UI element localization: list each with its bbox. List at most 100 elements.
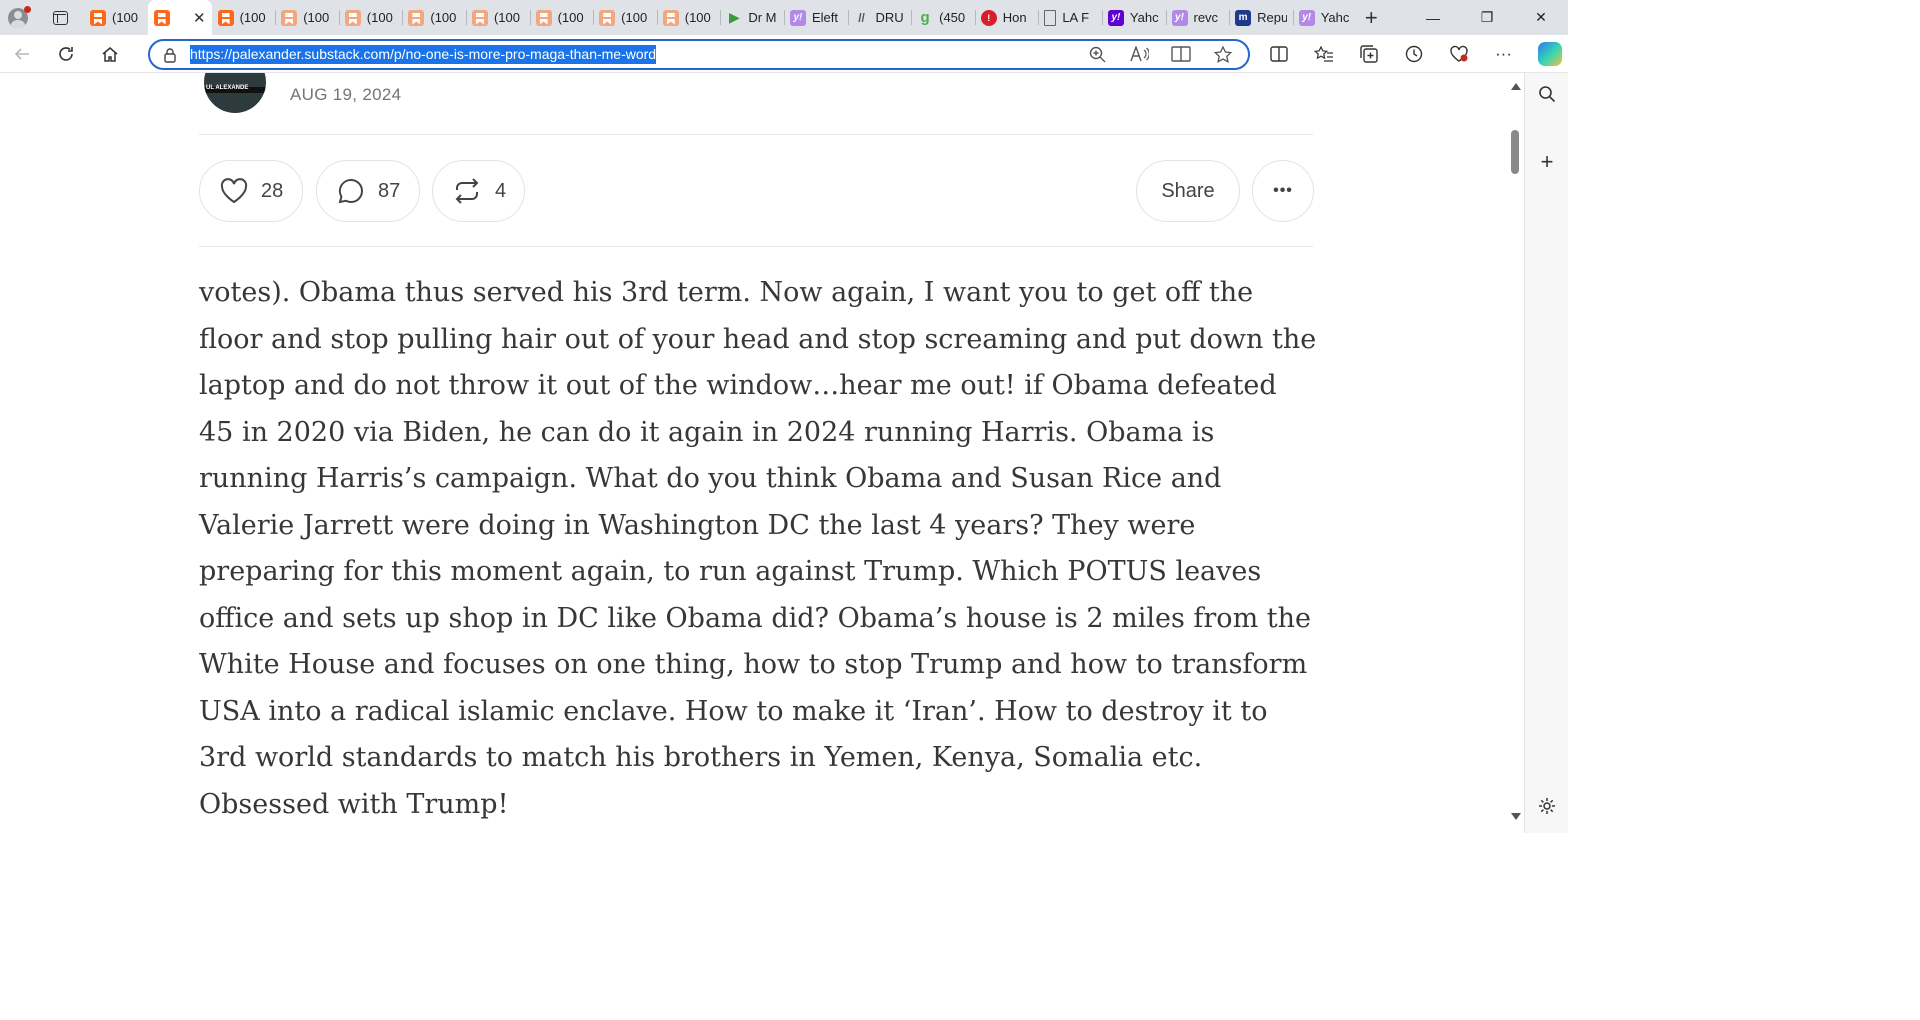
like-button[interactable]: 28 (199, 160, 303, 222)
tab-actions-button[interactable] (36, 0, 84, 35)
tab[interactable]: y! Yahc (1101, 0, 1166, 35)
share-label: Share (1161, 179, 1215, 202)
tab-active[interactable]: ✕ (147, 0, 212, 35)
tab[interactable]: y! revc (1165, 0, 1230, 35)
refresh-icon (59, 46, 73, 61)
tab[interactable]: //DRU (847, 0, 912, 35)
address-bar[interactable]: https://palexander.substack.com/p/no-one… (148, 39, 1250, 70)
like-count: 28 (261, 179, 284, 202)
substack-icon (471, 9, 488, 26)
tab-strip: (100 ✕ (100 (100 (100 (100 (100 (100 (10… (0, 0, 1568, 35)
substack-icon (217, 9, 234, 26)
tab[interactable]: ! Hon (974, 0, 1039, 35)
close-tab-icon[interactable]: ✕ (193, 9, 206, 27)
sidebar-settings-icon[interactable] (1525, 797, 1569, 820)
read-aloud-icon[interactable] (1120, 46, 1158, 63)
page-scrollbar[interactable] (1508, 73, 1524, 833)
drudge-icon: // (858, 10, 865, 25)
refresh-button[interactable] (44, 35, 88, 73)
immersive-reader-icon[interactable] (1162, 46, 1200, 63)
yahoo-icon: y! (1107, 9, 1124, 26)
yahoo-icon: y! (789, 9, 806, 26)
scroll-up-arrow-icon[interactable] (1511, 83, 1521, 90)
zoom-icon[interactable] (1078, 46, 1116, 63)
yahoo-icon: y! (1298, 9, 1315, 26)
scroll-down-arrow-icon[interactable] (1511, 813, 1521, 820)
red-icon: ! (980, 9, 997, 26)
tab[interactable]: (100 (338, 0, 403, 35)
close-window-icon[interactable]: ✕ (1514, 0, 1568, 35)
restore-icon[interactable]: ❐ (1460, 0, 1514, 35)
document-icon (1044, 9, 1057, 26)
scrollbar-thumb[interactable] (1511, 130, 1519, 174)
copilot-icon[interactable] (1538, 42, 1562, 66)
search-icon[interactable] (1525, 85, 1569, 108)
m-icon: m (1235, 9, 1252, 26)
url-text[interactable]: https://palexander.substack.com/p/no-one… (190, 45, 657, 64)
green-g-icon: g (920, 9, 930, 26)
lock-icon[interactable] (150, 47, 190, 63)
divider (199, 246, 1313, 247)
avatar-label: UL ALEXANDE (206, 85, 249, 91)
page-content: UL ALEXANDE AUG 19, 2024 28 87 4 Share •… (0, 73, 1508, 833)
favorite-star-icon[interactable] (1204, 46, 1242, 63)
toolbar-right: ··· (1256, 35, 1562, 73)
back-button[interactable] (0, 35, 44, 73)
tab[interactable]: y! Yahc (1292, 0, 1357, 35)
post-date: AUG 19, 2024 (290, 85, 402, 104)
browser-toolbar: https://palexander.substack.com/p/no-one… (0, 35, 1568, 73)
tab[interactable]: (100 (402, 0, 466, 35)
tab[interactable]: m Repu (1229, 0, 1293, 35)
heart-icon (219, 178, 249, 204)
collections-icon[interactable] (1346, 35, 1391, 73)
tab[interactable]: y! Eleft (783, 0, 848, 35)
share-button[interactable]: Share (1136, 160, 1240, 222)
restack-count: 4 (495, 179, 507, 202)
tab-actions-icon (52, 10, 68, 25)
browser-essentials-icon[interactable] (1436, 35, 1481, 73)
tab[interactable]: (100 (465, 0, 530, 35)
tab[interactable]: (100 (593, 0, 657, 35)
tab[interactable]: LA F (1038, 0, 1102, 35)
substack-icon (662, 9, 679, 26)
favorites-icon[interactable] (1301, 35, 1346, 73)
restack-icon (452, 177, 482, 205)
window-controls: — ❐ ✕ (1406, 0, 1568, 35)
yahoo-icon: y! (1171, 9, 1188, 26)
add-sidebar-icon[interactable]: + (1525, 149, 1569, 175)
back-arrow-icon (14, 47, 29, 60)
home-button[interactable] (88, 35, 132, 73)
more-options-button[interactable]: ••• (1252, 160, 1314, 222)
edge-sidebar: + (1524, 73, 1568, 833)
profile-button[interactable] (0, 0, 36, 35)
author-avatar[interactable]: UL ALEXANDE (204, 73, 266, 113)
restack-button[interactable]: 4 (432, 160, 525, 222)
substack-icon (344, 9, 361, 26)
minimize-icon[interactable]: — (1406, 0, 1460, 35)
substack-icon (281, 9, 298, 26)
tab[interactable]: (100 (212, 0, 276, 35)
divider (199, 134, 1313, 135)
comment-icon (336, 177, 366, 205)
notification-dot-icon (24, 6, 31, 13)
tab[interactable]: (100 (656, 0, 721, 35)
article-body: votes). Obama thus served his 3rd term. … (199, 270, 1319, 828)
address-bar-actions (1078, 46, 1248, 63)
tab[interactable]: g (450 (911, 0, 975, 35)
comment-count: 87 (378, 179, 401, 202)
comment-button[interactable]: 87 (316, 160, 420, 222)
new-tab-button[interactable]: + (1356, 5, 1386, 31)
play-icon: ▶ (728, 9, 740, 25)
article-paragraph: votes). Obama thus served his 3rd term. … (199, 277, 1317, 820)
split-screen-icon[interactable] (1256, 35, 1301, 73)
settings-menu-icon[interactable]: ··· (1481, 35, 1526, 73)
substack-icon (153, 9, 170, 26)
tab[interactable]: (100 (84, 0, 148, 35)
substack-icon (535, 9, 552, 26)
tab[interactable]: (100 (529, 0, 594, 35)
substack-icon (599, 9, 616, 26)
history-icon[interactable] (1391, 35, 1436, 73)
substack-icon (408, 9, 425, 26)
tab[interactable]: (100 (275, 0, 339, 35)
tab[interactable]: ▶ Dr M (720, 0, 784, 35)
